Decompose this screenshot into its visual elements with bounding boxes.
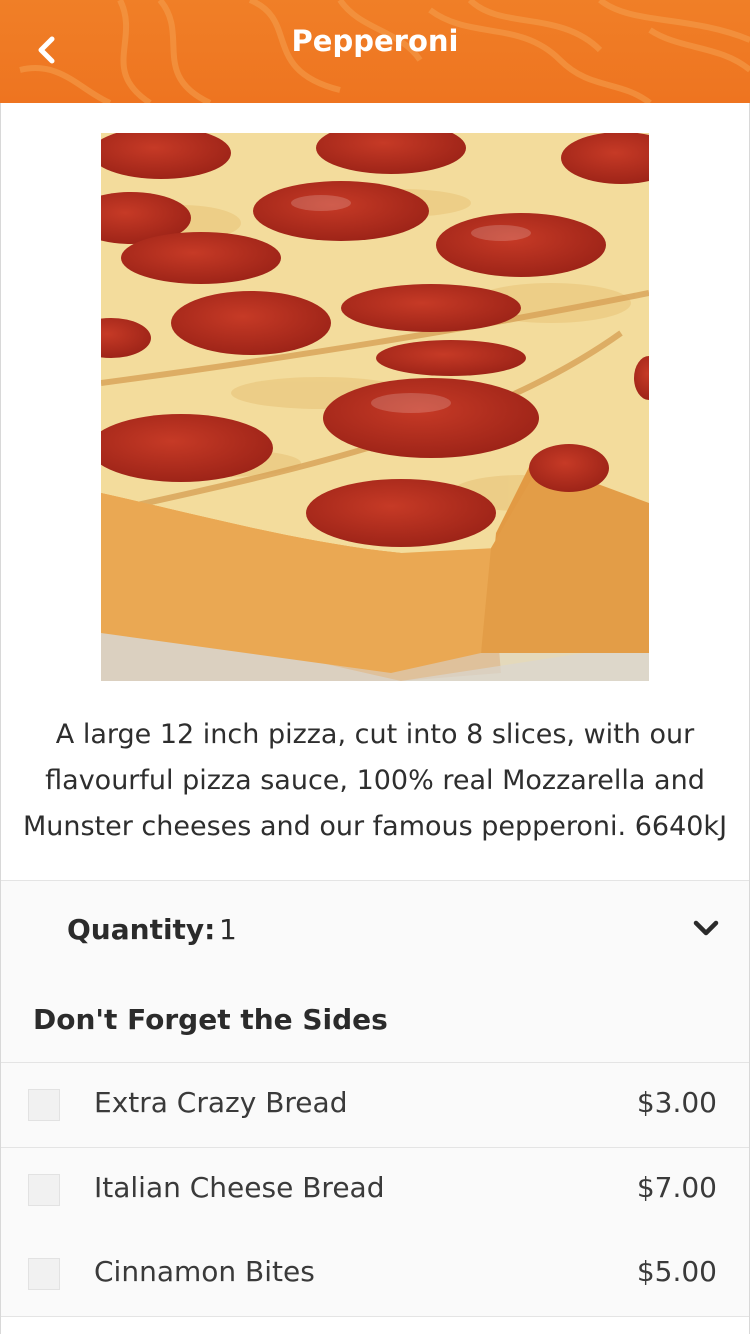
side-item-name: Cinnamon Bites — [94, 1255, 315, 1288]
side-item-price: $3.00 — [636, 1086, 717, 1119]
side-item-italian-cheese-bread[interactable]: Italian Cheese Bread $7.00 — [1, 1148, 749, 1233]
page-title: Pepperoni — [291, 24, 459, 58]
quantity-label: Quantity: — [67, 913, 216, 946]
side-item-extra-crazy-bread[interactable]: Extra Crazy Bread $3.00 — [1, 1063, 749, 1148]
header-bar: Pepperoni — [0, 0, 750, 103]
quantity-selector[interactable]: Quantity: 1 — [1, 880, 749, 980]
pepperoni-pizza-photo — [101, 133, 649, 681]
quantity-value: 1 — [219, 913, 237, 946]
side-item-cinnamon-bites[interactable]: Cinnamon Bites $5.00 — [1, 1232, 749, 1317]
side-checkbox[interactable] — [28, 1089, 60, 1121]
product-image — [101, 133, 649, 681]
side-item-name: Extra Crazy Bread — [94, 1086, 348, 1119]
sides-section-heading: Don't Forget the Sides — [1, 979, 749, 1063]
chevron-down-icon — [693, 920, 719, 936]
product-description: A large 12 inch pizza, cut into 8 slices… — [22, 719, 728, 842]
side-checkbox[interactable] — [28, 1258, 60, 1290]
side-item-price: $5.00 — [636, 1255, 717, 1288]
side-checkbox[interactable] — [28, 1174, 60, 1206]
sides-heading-text: Don't Forget the Sides — [33, 1003, 388, 1036]
side-item-name: Italian Cheese Bread — [94, 1171, 385, 1204]
side-item-price: $7.00 — [636, 1171, 717, 1204]
